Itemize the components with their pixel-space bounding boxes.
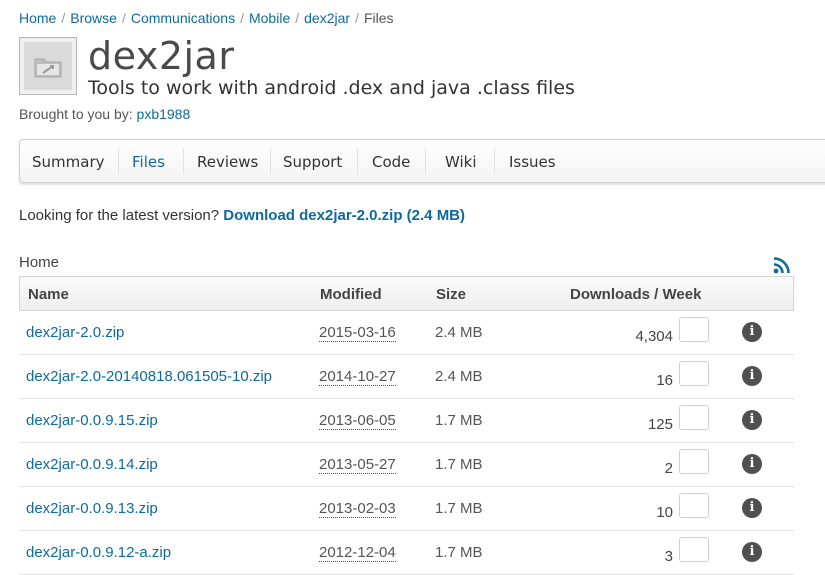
file-modified-date: 2013-06-05 bbox=[319, 412, 396, 430]
file-name-link[interactable]: dex2jar-0.0.9.12-a.zip bbox=[26, 544, 171, 561]
directory-path: Home bbox=[19, 254, 60, 271]
file-modified-date: 2013-05-27 bbox=[319, 456, 396, 474]
breadcrumb-separator: / bbox=[355, 10, 359, 26]
file-name-link[interactable]: dex2jar-0.0.9.13.zip bbox=[26, 500, 158, 517]
file-modified-date: 2015-03-16 bbox=[319, 324, 396, 342]
download-latest-link[interactable]: Download dex2jar-2.0.zip (2.4 MB) bbox=[223, 207, 465, 224]
info-icon[interactable]: i bbox=[742, 410, 762, 430]
info-icon[interactable]: i bbox=[742, 542, 762, 562]
breadcrumb-separator: / bbox=[61, 10, 66, 26]
folder-icon bbox=[34, 58, 62, 78]
file-name-link[interactable]: dex2jar-0.0.9.15.zip bbox=[26, 412, 158, 429]
tab-issues[interactable]: Issues bbox=[509, 140, 556, 182]
weekly-downloads-count: 16 bbox=[656, 372, 673, 389]
table-row: dex2jar-2.0.zip 2015-03-16 2.4 MB 4,304 i bbox=[19, 311, 794, 355]
table-row: dex2jar-0.0.9.15.zip 2013-06-05 1.7 MB 125 i bbox=[19, 399, 794, 443]
project-tagline: Tools to work with android .dex and java… bbox=[88, 77, 575, 99]
file-size: 1.7 MB bbox=[435, 500, 483, 517]
weekly-downloads-count: 125 bbox=[647, 416, 673, 433]
tab-files[interactable]: Files bbox=[132, 140, 165, 182]
file-modified-date: 2012-12-04 bbox=[319, 544, 396, 562]
downloads-sparkline-box[interactable] bbox=[679, 361, 709, 386]
project-author-line: Brought to you by: pxb1988 bbox=[19, 106, 190, 122]
table-row: dex2jar-2.0-20140818.061505-10.zip 2014-1… bbox=[19, 355, 794, 399]
file-size: 1.7 MB bbox=[435, 412, 483, 429]
breadcrumb-home[interactable]: Home bbox=[19, 10, 56, 26]
files-table: Name Modified Size Downloads / Week dex2… bbox=[19, 276, 794, 575]
column-header-modified[interactable]: Modified bbox=[320, 277, 382, 312]
file-size: 2.4 MB bbox=[435, 324, 483, 341]
table-row: dex2jar-0.0.9.13.zip 2013-02-03 1.7 MB 10 i bbox=[19, 487, 794, 531]
table-body: dex2jar-2.0.zip 2015-03-16 2.4 MB 4,304 i dex… bbox=[19, 311, 794, 575]
breadcrumb-separator: / bbox=[121, 10, 126, 26]
table-header: Name Modified Size Downloads / Week bbox=[19, 276, 794, 311]
file-modified-date: 2014-10-27 bbox=[319, 368, 396, 386]
info-icon[interactable]: i bbox=[742, 366, 762, 386]
table-row: dex2jar-0.0.9.12-a.zip 2012-12-04 1.7 MB 3 i bbox=[19, 531, 794, 575]
project-title: dex2jar bbox=[88, 34, 235, 78]
column-header-downloads[interactable]: Downloads / Week bbox=[570, 277, 701, 312]
tab-divider bbox=[183, 148, 184, 174]
rss-feed-icon[interactable] bbox=[773, 256, 791, 274]
brought-by-label: Brought to you by: bbox=[19, 106, 133, 122]
downloads-sparkline-box[interactable] bbox=[679, 449, 709, 474]
breadcrumb-communications[interactable]: Communications bbox=[131, 10, 235, 26]
latest-version-banner: Looking for the latest version? Download… bbox=[19, 207, 465, 224]
file-modified-date: 2013-02-03 bbox=[319, 500, 396, 518]
info-icon[interactable]: i bbox=[742, 454, 762, 474]
file-name-link[interactable]: dex2jar-2.0-20140818.061505-10.zip bbox=[26, 368, 272, 385]
breadcrumb-browse[interactable]: Browse bbox=[70, 10, 117, 26]
tab-wiki[interactable]: Wiki bbox=[445, 140, 477, 182]
weekly-downloads-count: 2 bbox=[664, 460, 673, 477]
weekly-downloads-count: 4,304 bbox=[635, 328, 673, 345]
tab-divider bbox=[357, 148, 358, 174]
column-header-name[interactable]: Name bbox=[28, 277, 69, 312]
tab-divider bbox=[425, 148, 426, 174]
breadcrumb-dex2jar[interactable]: dex2jar bbox=[304, 10, 350, 26]
downloads-sparkline-box[interactable] bbox=[679, 493, 709, 518]
file-size: 2.4 MB bbox=[435, 368, 483, 385]
info-icon[interactable]: i bbox=[742, 322, 762, 342]
downloads-sparkline-box[interactable] bbox=[679, 537, 709, 562]
file-size: 1.7 MB bbox=[435, 456, 483, 473]
downloads-sparkline-box[interactable] bbox=[679, 405, 709, 430]
tab-divider bbox=[494, 148, 495, 174]
author-link[interactable]: pxb1988 bbox=[137, 106, 191, 122]
breadcrumb-separator: / bbox=[240, 10, 244, 26]
weekly-downloads-count: 3 bbox=[664, 548, 673, 565]
tab-reviews[interactable]: Reviews bbox=[197, 140, 258, 182]
latest-version-prompt: Looking for the latest version? bbox=[19, 207, 220, 224]
tab-divider bbox=[270, 148, 271, 174]
tab-divider bbox=[118, 148, 119, 174]
file-name-link[interactable]: dex2jar-0.0.9.14.zip bbox=[26, 456, 158, 473]
downloads-sparkline-box[interactable] bbox=[679, 317, 709, 342]
column-header-size[interactable]: Size bbox=[436, 277, 466, 312]
tab-code[interactable]: Code bbox=[372, 140, 410, 182]
file-name-link[interactable]: dex2jar-2.0.zip bbox=[26, 324, 124, 341]
table-row: dex2jar-0.0.9.14.zip 2013-05-27 1.7 MB 2 i bbox=[19, 443, 794, 487]
breadcrumb-separator: / bbox=[295, 10, 300, 26]
tab-summary[interactable]: Summary bbox=[32, 140, 105, 182]
weekly-downloads-count: 10 bbox=[656, 504, 673, 521]
breadcrumb-current: Files bbox=[363, 10, 394, 26]
project-logo[interactable] bbox=[19, 37, 77, 95]
info-icon[interactable]: i bbox=[742, 498, 762, 518]
tab-support[interactable]: Support bbox=[283, 140, 342, 182]
breadcrumb: Home / Browse / Communications / Mobile / dex2ja… bbox=[19, 10, 394, 26]
project-nav-tabs: Summary Files Reviews Support Code Wiki … bbox=[19, 139, 825, 183]
file-size: 1.7 MB bbox=[435, 544, 483, 561]
breadcrumb-mobile[interactable]: Mobile bbox=[249, 10, 290, 26]
